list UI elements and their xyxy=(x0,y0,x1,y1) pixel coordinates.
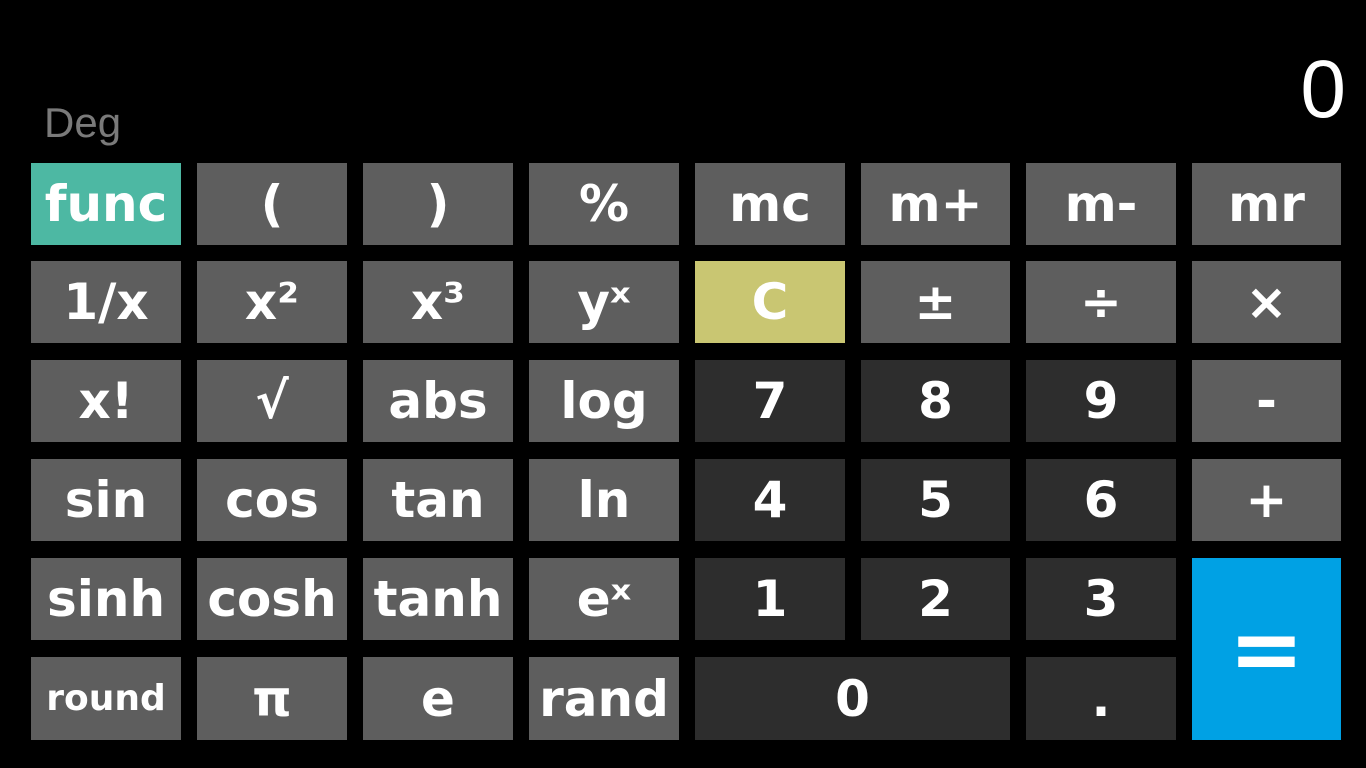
sinh-button[interactable]: sinh xyxy=(31,558,181,640)
subtract-button[interactable]: - xyxy=(1192,360,1341,442)
decimal-point-button[interactable]: . xyxy=(1026,657,1176,740)
ln-button[interactable]: ln xyxy=(529,459,679,541)
random-button[interactable]: rand xyxy=(529,657,679,740)
digit-8-button[interactable]: 8 xyxy=(861,360,1010,442)
percent-button[interactable]: % xyxy=(529,163,679,245)
plus-minus-button[interactable]: ± xyxy=(861,261,1010,343)
cosh-button[interactable]: cosh xyxy=(197,558,347,640)
cube-button[interactable]: x³ xyxy=(363,261,513,343)
power-button[interactable]: yˣ xyxy=(529,261,679,343)
equals-button[interactable]: = xyxy=(1192,558,1341,740)
square-button[interactable]: x² xyxy=(197,261,347,343)
digit-3-button[interactable]: 3 xyxy=(1026,558,1176,640)
reciprocal-button[interactable]: 1/x xyxy=(31,261,181,343)
euler-e-button[interactable]: e xyxy=(363,657,513,740)
close-paren-button[interactable]: ) xyxy=(363,163,513,245)
memory-recall-button[interactable]: mr xyxy=(1192,163,1341,245)
log-button[interactable]: log xyxy=(529,360,679,442)
result-display: 0 xyxy=(1300,44,1346,135)
round-button[interactable]: round xyxy=(31,657,181,740)
digit-6-button[interactable]: 6 xyxy=(1026,459,1176,541)
digit-2-button[interactable]: 2 xyxy=(861,558,1010,640)
sin-button[interactable]: sin xyxy=(31,459,181,541)
tan-button[interactable]: tan xyxy=(363,459,513,541)
memory-add-button[interactable]: m+ xyxy=(861,163,1010,245)
angle-mode-indicator: Deg xyxy=(44,99,122,146)
func-toggle-button[interactable]: func xyxy=(31,163,181,245)
digit-0-button[interactable]: 0 xyxy=(695,657,1010,740)
tanh-button[interactable]: tanh xyxy=(363,558,513,640)
digit-4-button[interactable]: 4 xyxy=(695,459,845,541)
multiply-button[interactable]: × xyxy=(1192,261,1341,343)
digit-5-button[interactable]: 5 xyxy=(861,459,1010,541)
memory-subtract-button[interactable]: m- xyxy=(1026,163,1176,245)
factorial-button[interactable]: x! xyxy=(31,360,181,442)
clear-button[interactable]: C xyxy=(695,261,845,343)
digit-7-button[interactable]: 7 xyxy=(695,360,845,442)
divide-button[interactable]: ÷ xyxy=(1026,261,1176,343)
square-root-button[interactable]: √ xyxy=(197,360,347,442)
memory-clear-button[interactable]: mc xyxy=(695,163,845,245)
add-button[interactable]: + xyxy=(1192,459,1341,541)
open-paren-button[interactable]: ( xyxy=(197,163,347,245)
digit-1-button[interactable]: 1 xyxy=(695,558,845,640)
pi-button[interactable]: π xyxy=(197,657,347,740)
digit-9-button[interactable]: 9 xyxy=(1026,360,1176,442)
exp-button[interactable]: eˣ xyxy=(529,558,679,640)
keypad: func ( ) % mc m+ m- mr 1/x x² x³ yˣ C ± … xyxy=(31,163,1341,740)
calculator-app: Deg 0 func ( ) % mc m+ m- mr 1/x x² x³ y… xyxy=(0,0,1366,768)
abs-button[interactable]: abs xyxy=(363,360,513,442)
cos-button[interactable]: cos xyxy=(197,459,347,541)
